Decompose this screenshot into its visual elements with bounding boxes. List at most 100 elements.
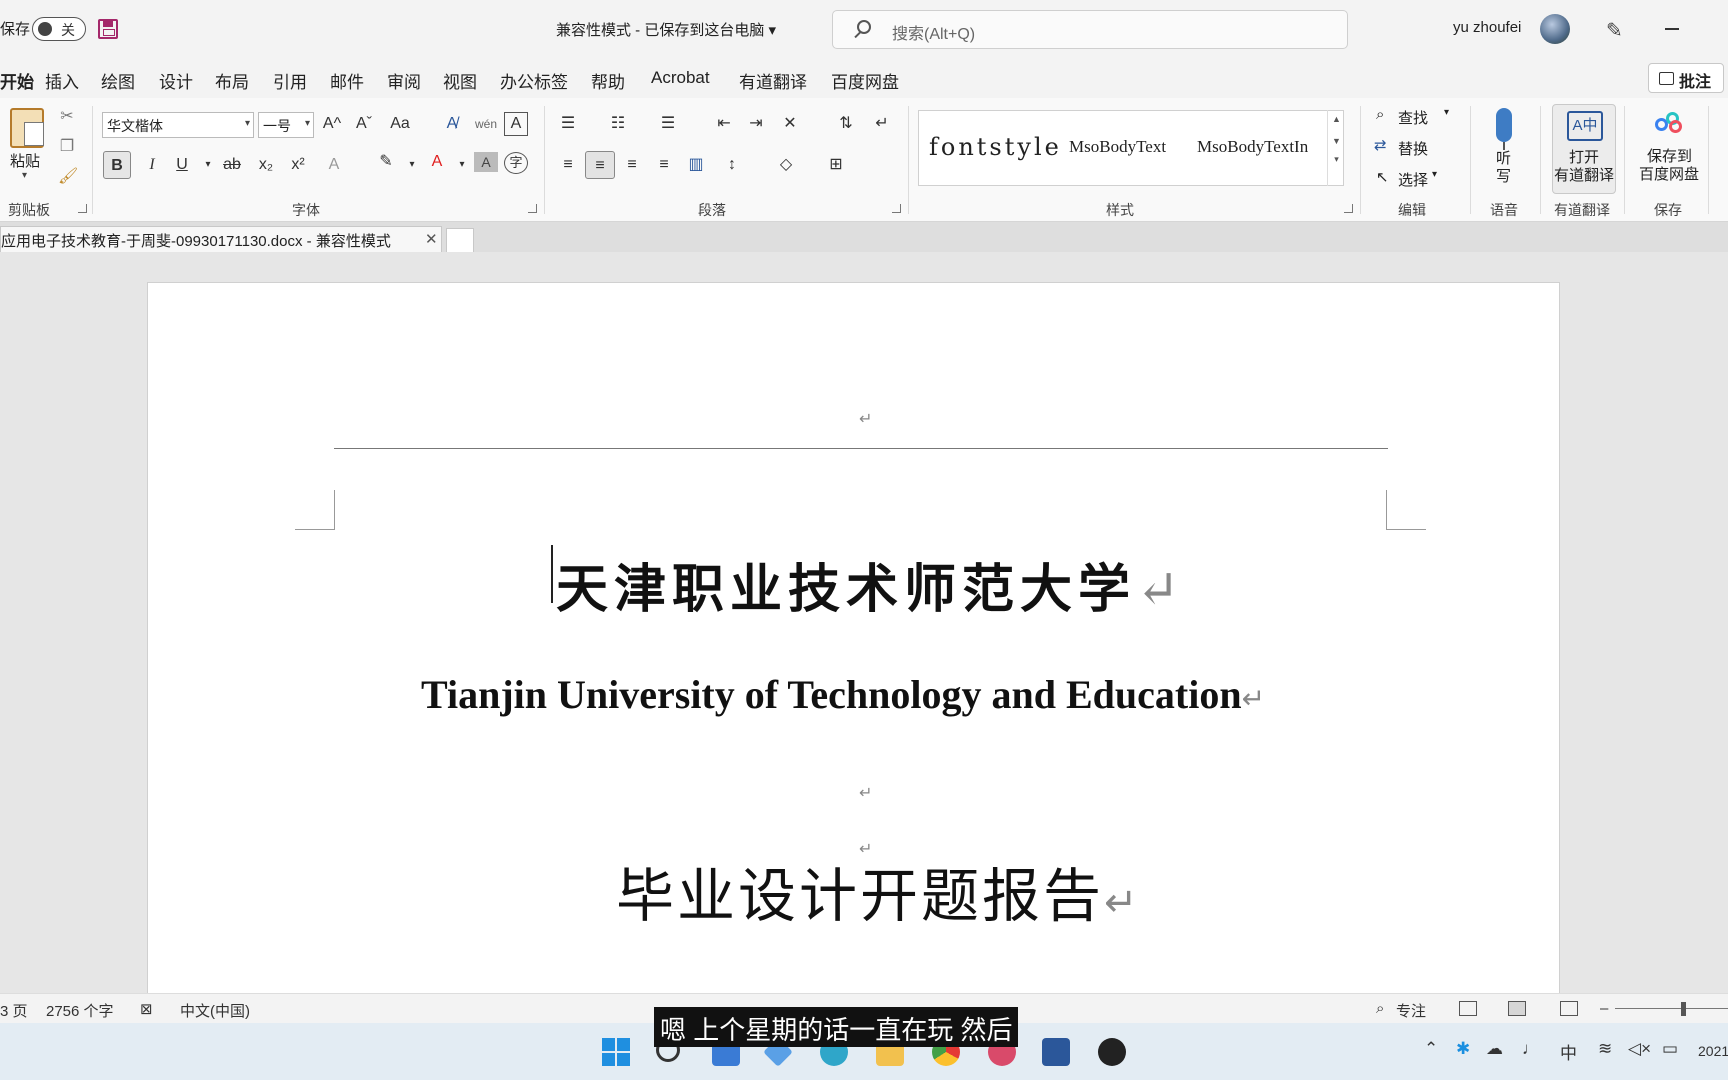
- tab-view[interactable]: 视图: [443, 68, 477, 93]
- microphone-tray-icon[interactable]: ♩: [1522, 1039, 1539, 1059]
- tab-layout[interactable]: 布局: [215, 68, 249, 93]
- language-indicator[interactable]: 中文(中国): [180, 1000, 250, 1021]
- tab-help[interactable]: 帮助: [591, 68, 625, 93]
- read-mode-icon[interactable]: [1459, 1001, 1477, 1016]
- chevron-up-icon[interactable]: ▲: [1328, 114, 1345, 124]
- tab-youdao[interactable]: 有道翻译: [739, 68, 807, 93]
- increase-indent-icon[interactable]: ⇥: [744, 110, 768, 138]
- select-button[interactable]: 选择: [1398, 169, 1428, 190]
- distributed-icon[interactable]: ▥: [684, 151, 708, 179]
- chevron-down-icon[interactable]: ▾: [400, 151, 424, 179]
- zoom-slider-thumb[interactable]: [1681, 1002, 1686, 1016]
- clock[interactable]: 2021: [1698, 1043, 1728, 1059]
- app-tray-icon[interactable]: ✱: [1456, 1039, 1470, 1059]
- tab-home[interactable]: 开始: [0, 68, 34, 101]
- find-icon[interactable]: ⌕: [1376, 106, 1384, 123]
- wifi-icon[interactable]: ≋: [1598, 1039, 1612, 1059]
- text-effects-icon[interactable]: A: [322, 151, 346, 179]
- italic-button[interactable]: I: [140, 151, 164, 179]
- tab-references[interactable]: 引用: [273, 68, 307, 93]
- new-tab-button[interactable]: [446, 228, 474, 252]
- align-center-icon[interactable]: ≡: [585, 151, 615, 179]
- cloud-icon[interactable]: ☁: [1486, 1039, 1503, 1059]
- styles-scroll[interactable]: ▲ ▼ ▾: [1327, 110, 1345, 186]
- university-title-cn[interactable]: 天津职业技术师范大学↵: [556, 547, 1186, 622]
- tab-mailings[interactable]: 邮件: [330, 68, 364, 93]
- asian-layout-icon[interactable]: ✕: [778, 110, 802, 138]
- underline-button[interactable]: U: [170, 151, 194, 179]
- zoom-slider[interactable]: [1615, 1008, 1728, 1009]
- tab-draw[interactable]: 绘图: [101, 68, 135, 93]
- enclose-char-icon[interactable]: 字: [504, 152, 528, 174]
- tab-acrobat[interactable]: Acrobat: [651, 68, 710, 88]
- borders-icon[interactable]: ⊞: [824, 151, 848, 179]
- save-icon[interactable]: [98, 19, 118, 39]
- style-msobodytext[interactable]: MsoBodyText: [1069, 137, 1166, 157]
- document-tab[interactable]: 应用电子技术教育-于周斐-09930171130.docx - 兼容性模式 ✕: [0, 226, 442, 252]
- document-status[interactable]: 兼容性模式 - 已保存到这台电脑 ▾: [556, 19, 776, 40]
- bullets-icon[interactable]: ☰: [556, 110, 580, 138]
- line-spacing-icon[interactable]: ↕: [720, 151, 744, 179]
- tab-review[interactable]: 审阅: [387, 68, 421, 93]
- decrease-indent-icon[interactable]: ⇤: [712, 110, 736, 138]
- char-border-icon[interactable]: A: [504, 112, 528, 136]
- windows-start-icon[interactable]: [602, 1038, 630, 1066]
- replace-button[interactable]: 替换: [1398, 138, 1428, 159]
- style-msobodytextindent[interactable]: MsoBodyTextIn: [1197, 137, 1325, 157]
- highlight-icon[interactable]: ✎: [374, 148, 398, 176]
- format-painter-icon[interactable]: 🖌: [58, 168, 78, 186]
- chevron-up-icon[interactable]: ⌃: [1424, 1039, 1438, 1059]
- chevron-down-icon[interactable]: ▾: [1444, 107, 1449, 118]
- obs-icon[interactable]: [1098, 1038, 1126, 1066]
- battery-icon[interactable]: ▭: [1662, 1039, 1678, 1059]
- clear-format-icon[interactable]: A̸: [440, 110, 464, 138]
- chevron-down-icon[interactable]: ▾: [1432, 169, 1437, 180]
- styles-launcher-icon[interactable]: [1344, 204, 1353, 213]
- font-color-icon[interactable]: A: [425, 148, 449, 176]
- volume-muted-icon[interactable]: ◁×: [1628, 1039, 1651, 1059]
- shading-icon[interactable]: ◇: [774, 151, 798, 179]
- comment-button[interactable]: 批注: [1648, 63, 1724, 93]
- save-baidu-label-1[interactable]: 保存到: [1647, 148, 1692, 166]
- bold-button[interactable]: B: [103, 151, 131, 179]
- save-baidu-label-2[interactable]: 百度网盘: [1639, 166, 1699, 184]
- font-name-select[interactable]: 华文楷体 ▾: [102, 112, 254, 138]
- paste-icon[interactable]: [10, 108, 44, 148]
- page-count[interactable]: 3 页: [0, 1000, 28, 1021]
- align-left-icon[interactable]: ≡: [556, 151, 580, 179]
- justify-icon[interactable]: ≡: [652, 151, 676, 179]
- focus-mode-button[interactable]: 专注: [1396, 1000, 1426, 1021]
- dictate-label-2[interactable]: 写: [1496, 168, 1511, 186]
- font-size-select[interactable]: 一号 ▾: [258, 112, 314, 138]
- document-page[interactable]: ↵ 天津职业技术师范大学↵ Tianjin University of Tech…: [147, 282, 1560, 1002]
- change-case-button[interactable]: Aa: [388, 110, 412, 138]
- minimize-icon[interactable]: [1665, 28, 1679, 30]
- select-icon[interactable]: ↖: [1376, 168, 1389, 186]
- microphone-icon[interactable]: [1496, 108, 1512, 150]
- report-title[interactable]: 毕业设计开题报告↵: [616, 849, 1141, 933]
- paragraph-launcher-icon[interactable]: [892, 204, 901, 213]
- tab-baidu[interactable]: 百度网盘: [831, 68, 899, 93]
- chevron-down-icon[interactable]: ▾: [450, 151, 474, 179]
- chevron-down-icon[interactable]: ▼: [1328, 136, 1345, 146]
- font-launcher-icon[interactable]: [528, 204, 537, 213]
- pen-icon[interactable]: ✎: [1606, 18, 1628, 42]
- print-layout-icon[interactable]: [1508, 1001, 1526, 1016]
- more-styles-icon[interactable]: ▾: [1328, 154, 1345, 165]
- close-icon[interactable]: ✕: [425, 230, 438, 248]
- search-box[interactable]: 搜索(Alt+Q): [832, 10, 1348, 49]
- clipboard-launcher-icon[interactable]: [78, 204, 87, 213]
- multilevel-list-icon[interactable]: ☰: [656, 110, 680, 138]
- user-name[interactable]: yu zhoufei: [1453, 19, 1521, 36]
- shrink-font-button[interactable]: Aˇ: [352, 110, 376, 138]
- subscript-button[interactable]: x₂: [254, 151, 278, 179]
- sort-icon[interactable]: ⇅: [834, 110, 858, 138]
- open-youdao-button[interactable]: A中 打开 有道翻译: [1552, 104, 1616, 194]
- tab-insert[interactable]: 插入: [45, 68, 79, 93]
- cut-icon[interactable]: ✂: [58, 108, 76, 126]
- tab-office-tab[interactable]: 办公标签: [500, 68, 568, 93]
- word-count[interactable]: 2756 个字: [46, 1000, 114, 1021]
- paste-button-label[interactable]: 粘贴: [10, 150, 40, 171]
- strikethrough-button[interactable]: ab: [220, 151, 244, 179]
- superscript-button[interactable]: x²: [286, 151, 310, 179]
